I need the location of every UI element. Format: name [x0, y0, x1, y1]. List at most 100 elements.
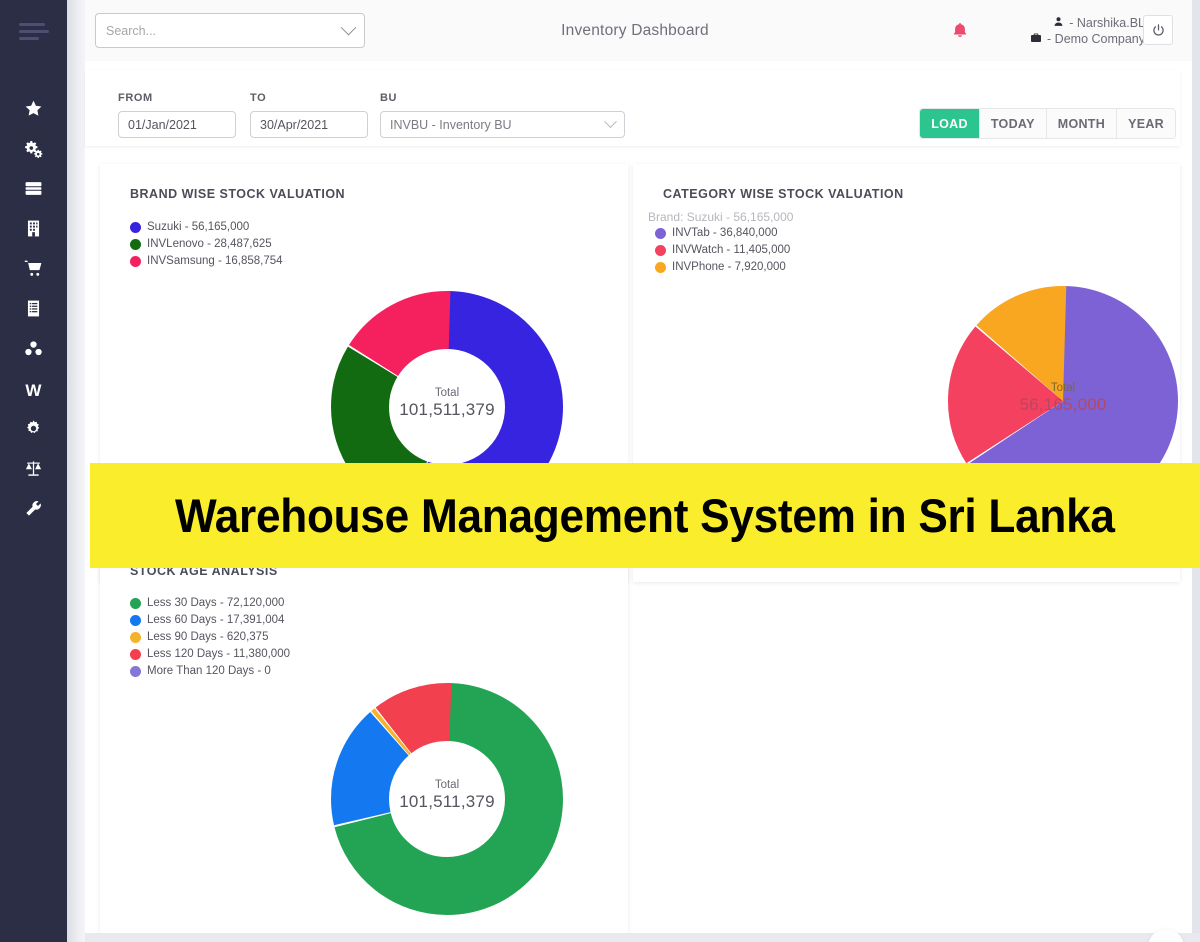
today-button[interactable]: TODAY [979, 109, 1047, 138]
hamburger-icon[interactable] [18, 22, 49, 40]
sidebar-item-inventory[interactable] [0, 170, 67, 210]
legend-swatch [655, 261, 666, 273]
bu-label: BU [380, 92, 398, 104]
range-button-group: LOAD TODAY MONTH YEAR [920, 109, 1175, 138]
load-button[interactable]: LOAD [920, 109, 980, 138]
clipboard-list-icon [24, 299, 43, 321]
sidebar-item-favourites[interactable] [0, 90, 67, 130]
legend-item[interactable]: Suzuki - 56,165,000 [130, 221, 283, 233]
shopping-cart-icon [24, 259, 43, 281]
star-icon [24, 99, 43, 121]
page-title: Inventory Dashboard [561, 21, 709, 39]
legend-swatch [655, 227, 666, 239]
sidebar-header [0, 0, 67, 62]
search-box[interactable] [95, 13, 365, 48]
legend-item[interactable]: INVWatch - 11,405,000 [655, 244, 790, 256]
from-label: FROM [118, 92, 153, 104]
legend-label: INVSamsung - 16,858,754 [147, 255, 283, 267]
filter-bar: FROM 01/Jan/2021 TO 30/Apr/2021 BU INVBU… [85, 70, 1180, 146]
to-label: TO [250, 92, 267, 104]
wrench-icon [24, 499, 43, 521]
sidebar-menu: W [0, 90, 67, 530]
sidebar-item-stock[interactable] [0, 330, 67, 370]
center-total-value: 101,511,379 [399, 791, 495, 811]
chart-legend: INVTab - 36,840,000 INVWatch - 11,405,00… [655, 227, 790, 278]
search-input[interactable] [106, 23, 343, 38]
page-bottom-strip [85, 933, 1200, 942]
legend-item[interactable]: INVLenovo - 28,487,625 [130, 238, 283, 250]
year-button[interactable]: YEAR [1117, 109, 1175, 138]
legend-item[interactable]: Less 120 Days - 11,380,000 [130, 648, 290, 660]
legend-swatch [655, 244, 666, 256]
legend-swatch [130, 648, 141, 660]
legend-label: INVTab - 36,840,000 [672, 227, 778, 239]
watermark-banner: Warehouse Management System in Sri Lanka [90, 463, 1200, 568]
stock-age-donut-chart[interactable]: Total 101,511,379 [331, 683, 563, 915]
legend-label: Suzuki - 56,165,000 [147, 221, 250, 233]
legend-item[interactable]: Less 60 Days - 17,391,004 [130, 614, 290, 626]
legend-label: Less 120 Days - 11,380,000 [147, 648, 290, 660]
legend-item[interactable]: Less 30 Days - 72,120,000 [130, 597, 290, 609]
power-button[interactable] [1143, 15, 1173, 45]
bu-select[interactable]: INVBU - Inventory BU [380, 111, 625, 138]
legend-item[interactable]: INVSamsung - 16,858,754 [130, 255, 283, 267]
legend-label: Less 30 Days - 72,120,000 [147, 597, 285, 609]
topbar: Inventory Dashboard - Narshika.BL - Demo… [85, 0, 1200, 61]
legend-item[interactable]: Less 90 Days - 620,375 [130, 631, 290, 643]
pie-center: Total 56,165,000 [948, 382, 1178, 415]
to-field: TO 30/Apr/2021 [250, 92, 368, 138]
legend-label: INVLenovo - 28,487,625 [147, 238, 272, 250]
legend-item[interactable]: INVTab - 36,840,000 [655, 227, 790, 239]
sidebar-item-w[interactable]: W [0, 370, 67, 410]
scroll-to-top-button[interactable] [1148, 929, 1184, 942]
legend-label: INVPhone - 7,920,000 [672, 261, 786, 273]
sidebar-item-organization[interactable] [0, 210, 67, 250]
center-total-value: 56,165,000 [1019, 394, 1107, 414]
user-info[interactable]: - Narshika.BL - Demo Company [990, 10, 1145, 52]
center-total-label: Total [1050, 382, 1076, 394]
card-title: BRAND WISE STOCK VALUATION [130, 187, 346, 201]
user-name: - Narshika.BL [1069, 15, 1145, 30]
sidebar-item-settings[interactable] [0, 410, 67, 450]
donut-center: Total 101,511,379 [331, 387, 563, 420]
sidebar-item-reports[interactable] [0, 290, 67, 330]
card-subtitle: Brand: Suzuki - 56,165,000 [648, 210, 794, 224]
user-row: - Narshika.BL [1053, 16, 1145, 30]
chevron-down-icon[interactable] [604, 115, 617, 129]
month-button[interactable]: MONTH [1046, 109, 1118, 138]
card-title: CATEGORY WISE STOCK VALUATION [663, 187, 904, 201]
watermark-banner-text: Warehouse Management System in Sri Lanka [175, 489, 1115, 542]
letter-w-icon: W [25, 380, 42, 400]
company-row: - Demo Company [1030, 32, 1145, 47]
to-input[interactable]: 30/Apr/2021 [250, 111, 368, 138]
bell-icon[interactable] [947, 18, 973, 44]
dashboard-app: W Inventory Dashboard [0, 0, 1200, 942]
legend-swatch [130, 631, 141, 643]
sidebar-item-tools[interactable] [0, 490, 67, 530]
bu-select-value: INVBU - Inventory BU [390, 117, 512, 132]
legend-swatch [130, 614, 141, 626]
sidebar-gutter [67, 0, 85, 942]
from-input[interactable]: 01/Jan/2021 [118, 111, 236, 138]
chart-legend: Suzuki - 56,165,000 INVLenovo - 28,487,6… [130, 221, 283, 272]
gear-icon [24, 419, 43, 441]
center-total-value: 101,511,379 [399, 399, 495, 419]
building-icon [24, 219, 43, 241]
cubes-icon [24, 339, 43, 361]
center-total-label: Total [434, 387, 460, 399]
legend-item[interactable]: INVPhone - 7,920,000 [655, 261, 790, 273]
sidebar: W [0, 0, 67, 942]
sidebar-item-master-setup[interactable] [0, 130, 67, 170]
center-total-label: Total [434, 779, 460, 791]
sidebar-item-purchasing[interactable] [0, 250, 67, 290]
sidebar-item-accounts[interactable] [0, 450, 67, 490]
company-name: - Demo Company [1047, 32, 1145, 46]
legend-swatch [130, 255, 141, 267]
cogs-icon [24, 139, 43, 161]
legend-label: INVWatch - 11,405,000 [672, 244, 791, 256]
balance-scale-icon [24, 459, 43, 481]
legend-item[interactable]: More Than 120 Days - 0 [130, 665, 290, 677]
legend-label: Less 60 Days - 17,391,004 [147, 614, 285, 626]
chevron-down-icon[interactable] [340, 19, 357, 36]
server-icon [24, 179, 43, 201]
